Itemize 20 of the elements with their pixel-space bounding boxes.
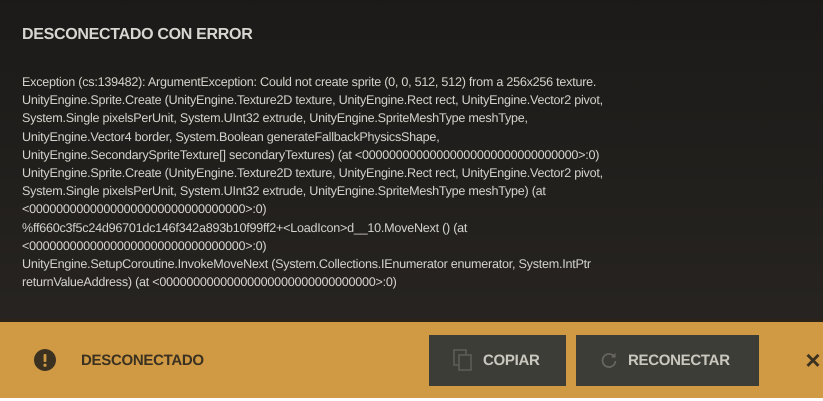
error-text: UnityEngine.Vector4 border, System.Boolean generateFallbackPhysicsShape, <box>22 128 440 146</box>
error-text: UnityEngine.SetupCoroutine.InvokeMoveNext (System.Collections.IEnumerator enumerator, System.IntPtr <box>22 256 592 274</box>
error-text: UnityEngine.Sprite.Create (UnityEngine.Texture2D texture, UnityEngine.Rect rect, UnityEngine.Vector2 pivot, <box>22 165 604 182</box>
close-button[interactable]: × <box>803 344 823 376</box>
error-text: %ff660c3f5c24d96701dc146f342a893b10f99ff2+<LoadIcon>d__10.MoveNext () (at <box>22 220 468 237</box>
copy-button[interactable]: COPIAR <box>429 334 566 386</box>
error-text: System.Single pixelsPerUnit, System.UInt32 extrude, UnityEngine.SpriteMeshType meshType) (at <box>22 183 547 200</box>
error-text: UnityEngine.SecondarySpriteTexture[] secondaryTextures) (at <00000000000000000000000000000000>:0) <box>22 146 600 164</box>
dialog-title: DESCONECTADO CON ERROR <box>22 26 254 44</box>
copy-icon <box>453 349 473 371</box>
error-text: System.Single pixelsPerUnit, System.UInt32 extrude, UnityEngine.SpriteMeshType meshType, <box>22 110 529 128</box>
reconnect-button[interactable]: RECONECTAR <box>576 334 759 386</box>
error-text: UnityEngine.Sprite.Create (UnityEngine.Texture2D texture, UnityEngine.Rect rect, UnityEngine.Vector2 pivot, <box>22 92 604 110</box>
refresh-icon <box>600 351 618 369</box>
status-text: DESCONECTADO <box>81 352 204 368</box>
error-text: <00000000000000000000000000000000>:0) <box>22 201 268 218</box>
error-text: <00000000000000000000000000000000>:0) <box>22 238 268 255</box>
error-text: returnValueAddress) (at <00000000000000000000000000000000>:0) <box>22 274 398 292</box>
exclamation-icon <box>34 349 56 371</box>
error-text: Exception (cs:139482): ArgumentException: Could not create sprite (0, 0, 512, 512) from a 256x256 texture. <box>22 74 598 91</box>
